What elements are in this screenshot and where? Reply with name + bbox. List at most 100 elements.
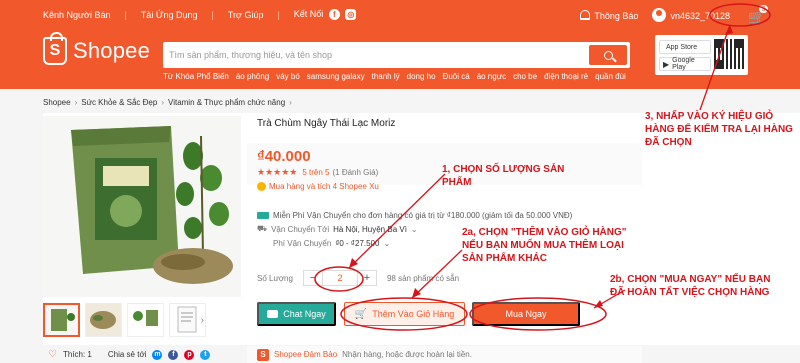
google-play-badge[interactable]: ▶ Google Play	[659, 57, 711, 71]
keyword-link[interactable]: samsung galaxy	[307, 72, 365, 81]
account-menu[interactable]: vn4632_70128	[652, 8, 730, 22]
buy-now-button[interactable]: Mua Ngay	[472, 302, 580, 326]
search-button[interactable]	[589, 45, 627, 65]
increase-quantity-button[interactable]: +	[357, 271, 376, 285]
keyword-link[interactable]: Đuôi cá	[443, 72, 470, 81]
pinterest-icon[interactable]: p	[184, 349, 195, 360]
top-navbar: Kênh Người Bán | Tải Ứng Dụng | Trợ Giúp…	[43, 4, 770, 25]
chat-now-label: Chat Ngay	[283, 309, 326, 319]
shopee-coin-offer: Mua hàng và tích 4 Shopee Xu	[257, 182, 379, 191]
notifications-label: Thông Báo	[594, 10, 639, 21]
decrease-quantity-button[interactable]: −	[303, 271, 322, 285]
shopee-guarantee: S Shopee Đảm Bảo Nhận hàng, hoặc được ho…	[247, 346, 642, 363]
like-count: Thích: 1	[62, 350, 92, 359]
breadcrumb-item[interactable]: Vitamin & Thực phẩm chức năng	[168, 98, 285, 107]
seller-center-link[interactable]: Kênh Người Bán	[43, 10, 110, 20]
play-icon: ▶	[663, 59, 670, 69]
ship-to-location[interactable]: Hà Nội, Huyện Ba Vì	[333, 225, 407, 234]
facebook-share-icon[interactable]: f	[168, 349, 179, 360]
star-rating-icon: ★★★★★	[257, 167, 298, 177]
logo-text: Shopee	[73, 38, 151, 63]
annotation-step-2a: 2a, CHỌN "THÊM VÀO GIỎ HÀNG" NẾU BẠN MUỐ…	[462, 227, 627, 264]
annotation-step-1: 1, CHỌN SỐ LƯỢNG SẢN PHẨM	[442, 164, 565, 188]
share-label: Chia sẻ tới	[107, 350, 147, 359]
keyword-link[interactable]: quần đùi	[595, 72, 626, 81]
chevron-down-icon[interactable]: ⌄	[411, 225, 418, 234]
ship-to-label: Vận Chuyển Tới	[271, 224, 330, 234]
thumbnail-image[interactable]	[85, 303, 122, 337]
coin-offer-text: Mua hàng và tích 4 Shopee Xu	[269, 182, 379, 191]
search-bar	[163, 42, 630, 68]
thumbnail-strip: ›	[43, 303, 206, 337]
quantity-label: Số Lượng	[257, 273, 293, 283]
product-photo	[43, 116, 241, 297]
facebook-icon[interactable]: f	[328, 9, 340, 20]
connect-text: Kết Nối	[293, 9, 324, 19]
notifications-link[interactable]: Thông Báo	[580, 9, 639, 21]
keyword-link[interactable]: áo ngực	[477, 72, 506, 81]
help-link[interactable]: Trợ Giúp	[228, 10, 264, 20]
search-input[interactable]	[169, 46, 579, 64]
keyword-link[interactable]: cho be	[513, 72, 537, 81]
chevron-right-icon[interactable]: ›	[201, 315, 204, 326]
divider: |	[277, 9, 280, 20]
twitter-icon[interactable]: t	[200, 349, 211, 360]
truck-icon	[257, 211, 269, 219]
thumbnail-image[interactable]: ›	[169, 303, 206, 337]
chevron-down-icon[interactable]: ⌄	[384, 239, 391, 248]
avatar-icon	[652, 8, 667, 22]
chevron-right-icon: ›	[74, 98, 78, 107]
breadcrumb-item[interactable]: Sức Khỏe & Sắc Đẹp	[81, 98, 157, 107]
chevron-right-icon: ›	[161, 98, 164, 107]
messenger-icon[interactable]: m	[152, 349, 163, 360]
thumbnail-photo	[128, 304, 163, 336]
thumbnail-image[interactable]	[127, 303, 164, 337]
keyword-link[interactable]: thanh lý	[372, 72, 400, 81]
cart-count-badge: 3	[758, 4, 769, 14]
annotation-step-2b: 2b, CHỌN "MUA NGAY" NẾU BẠN ĐÃ HOÀN TẤT …	[610, 274, 771, 298]
truck-outline-icon: ⛟	[257, 224, 268, 233]
heart-icon[interactable]: ♡	[48, 349, 57, 360]
annotation-step-3: 3, NHẤP VÀO KÝ HIỆU GIỎ HÀNG ĐỂ KIỂM TRA…	[645, 111, 793, 148]
rating-count: (1 Đánh Giá)	[332, 168, 379, 177]
keyword-link[interactable]: điện thoại rẻ	[544, 72, 588, 81]
header: Kênh Người Bán | Tải Ứng Dụng | Trợ Giúp…	[0, 0, 800, 89]
google-play-label: Google Play	[672, 57, 695, 71]
social-row: ♡ Thích: 1 Chia sẻ tới m f p t	[48, 349, 211, 360]
keyword-link[interactable]: váy bó	[276, 72, 300, 81]
breadcrumb-item[interactable]: Shopee	[43, 98, 71, 107]
connect-label: Kết Nối f ◎	[294, 9, 357, 20]
shopee-logo[interactable]: S Shopee	[43, 32, 151, 65]
divider: |	[211, 9, 214, 20]
download-app-link[interactable]: Tải Ứng Dụng	[141, 10, 198, 20]
quantity-input[interactable]	[321, 271, 358, 285]
free-shipping-row: Miễn Phí Vận Chuyển cho đơn hàng có giá …	[257, 208, 572, 222]
instagram-icon[interactable]: ◎	[345, 9, 357, 20]
app-store-badge[interactable]: App Store	[659, 40, 711, 54]
product-price: ₫40.000	[257, 148, 311, 165]
divider: |	[124, 9, 127, 20]
chevron-right-icon: ›	[289, 98, 292, 107]
quantity-stepper: − +	[302, 270, 377, 286]
shopee-bag-icon: S	[43, 32, 67, 65]
add-to-cart-button[interactable]: 🛒 Thêm Vào Giỏ Hàng	[344, 302, 465, 326]
cart-button[interactable]: 🛒 3	[744, 4, 770, 25]
keyword-link[interactable]: dong ho	[407, 72, 436, 81]
product-main-image[interactable]	[43, 116, 241, 297]
keyword-link[interactable]: áo phông	[236, 72, 269, 81]
guarantee-description: Nhận hàng, hoặc được hoàn lại tiền.	[342, 350, 472, 359]
shipping-fee-label: Phí Vận Chuyển	[273, 238, 332, 248]
buy-now-label: Mua Ngay	[505, 309, 547, 319]
keyword-heading: Từ Khóa Phổ Biến	[163, 72, 229, 81]
add-to-cart-label: Thêm Vào Giỏ Hàng	[372, 309, 455, 319]
chat-icon	[267, 310, 279, 318]
app-download-box: App Store ▶ Google Play	[655, 35, 748, 75]
shipping-fee-value[interactable]: ₫0 - ₫27.500	[335, 239, 379, 248]
thumbnail-image[interactable]	[43, 303, 80, 337]
quantity-row: Số Lượng − + 98 sản phẩm có sẵn	[257, 270, 459, 286]
breadcrumb: Shopee › Sức Khỏe & Sắc Đẹp › Vitamin & Th…	[43, 98, 292, 107]
guarantee-title: Shopee Đảm Bảo	[274, 350, 338, 359]
rating-summary[interactable]: ★★★★★ 5 trên 5 (1 Đánh Giá)	[257, 167, 378, 178]
chat-now-button[interactable]: Chat Ngay	[257, 302, 336, 326]
coin-icon	[257, 182, 266, 191]
